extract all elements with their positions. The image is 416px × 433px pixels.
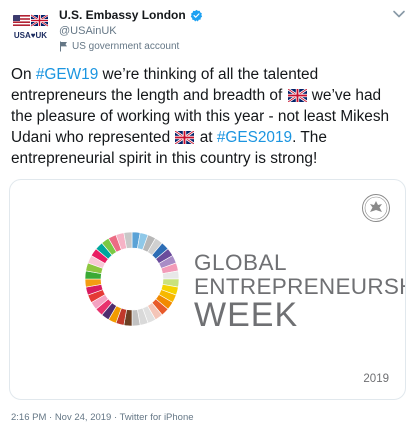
account-name[interactable]: U.S. Embassy London xyxy=(59,8,186,22)
gew-line-week: WEEK xyxy=(194,296,299,334)
chevron-down-icon[interactable] xyxy=(392,8,406,20)
gew-line-global: GLOBAL xyxy=(194,250,288,275)
uk-flag-icon xyxy=(175,131,195,144)
card-year: 2019 xyxy=(363,373,389,385)
uk-flag-icon xyxy=(287,89,307,102)
hashtag-link[interactable]: #GES2019 xyxy=(217,129,292,146)
gew-wordmark: GLOBAL ENTREPRENEURSHIP WEEK xyxy=(194,250,405,334)
tweet-text: On #GEW19 we’re thinking of all the tale… xyxy=(11,64,406,169)
tweet-text-segment: at xyxy=(195,129,217,146)
account-identity: U.S. Embassy London @USAinUK US governme… xyxy=(59,7,203,52)
flag-pin-icon xyxy=(60,41,67,52)
gew-logo-wheel xyxy=(84,231,180,327)
tweet: USA♥UK U.S. Embassy London @USAinUK US g… xyxy=(0,0,416,433)
avatar[interactable]: USA♥UK xyxy=(10,6,51,47)
avatar-logo-icon: USA♥UK xyxy=(10,6,51,47)
verified-badge-icon xyxy=(190,9,202,21)
account-handle[interactable]: @USAinUK xyxy=(59,25,203,37)
tweet-text-segment: On xyxy=(11,66,36,83)
media-card[interactable]: GLOBAL ENTREPRENEURSHIP WEEK 2019 xyxy=(9,179,406,400)
government-label-text: US government account xyxy=(72,41,180,52)
government-label: US government account xyxy=(59,41,203,52)
embassy-seal-icon xyxy=(362,194,390,222)
svg-text:USA♥UK: USA♥UK xyxy=(14,31,47,40)
tweet-meta[interactable]: 2:16 PM · Nov 24, 2019 · Twitter for iPh… xyxy=(11,412,194,423)
tweet-header: USA♥UK U.S. Embassy London @USAinUK US g… xyxy=(10,6,406,56)
hashtag-link[interactable]: #GEW19 xyxy=(36,66,98,83)
